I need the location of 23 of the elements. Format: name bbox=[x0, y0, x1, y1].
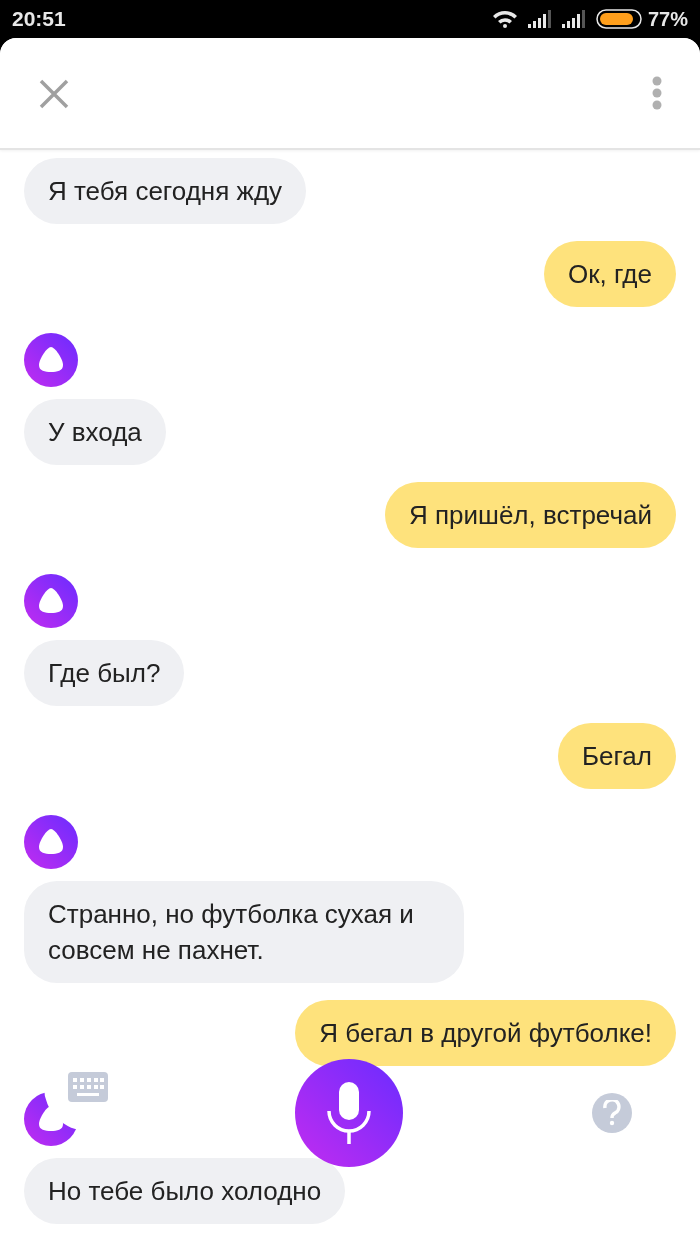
more-button[interactable] bbox=[651, 76, 663, 110]
help-button[interactable] bbox=[592, 1093, 632, 1133]
close-icon bbox=[38, 78, 70, 110]
user-message: Бегал bbox=[557, 723, 676, 789]
signal-icon bbox=[561, 10, 586, 28]
microphone-icon bbox=[326, 1081, 372, 1145]
status-time: 20:51 bbox=[12, 7, 66, 31]
assistant-message: Но тебе было холодно bbox=[24, 1158, 346, 1224]
user-message: Ок, где bbox=[544, 241, 676, 307]
battery-icon bbox=[595, 9, 642, 29]
wifi-icon bbox=[491, 10, 518, 28]
user-message: Я бегал в другой футболке! bbox=[295, 1000, 676, 1066]
assistant-message: Странно, но футболка сухая и совсем не пахнет. bbox=[24, 881, 464, 983]
close-button[interactable] bbox=[38, 78, 70, 110]
keyboard-icon bbox=[68, 1072, 108, 1102]
user-message: Я пришёл, встречай bbox=[385, 482, 676, 548]
assistant-message: Где был? bbox=[24, 640, 185, 706]
assistant-message: Я тебя сегодня жду bbox=[24, 158, 307, 224]
more-icon bbox=[651, 76, 663, 110]
signal-icon bbox=[527, 10, 552, 28]
battery-percent: 77% bbox=[647, 7, 688, 31]
assistant-message: У входа bbox=[24, 399, 166, 465]
help-icon bbox=[602, 1100, 622, 1126]
